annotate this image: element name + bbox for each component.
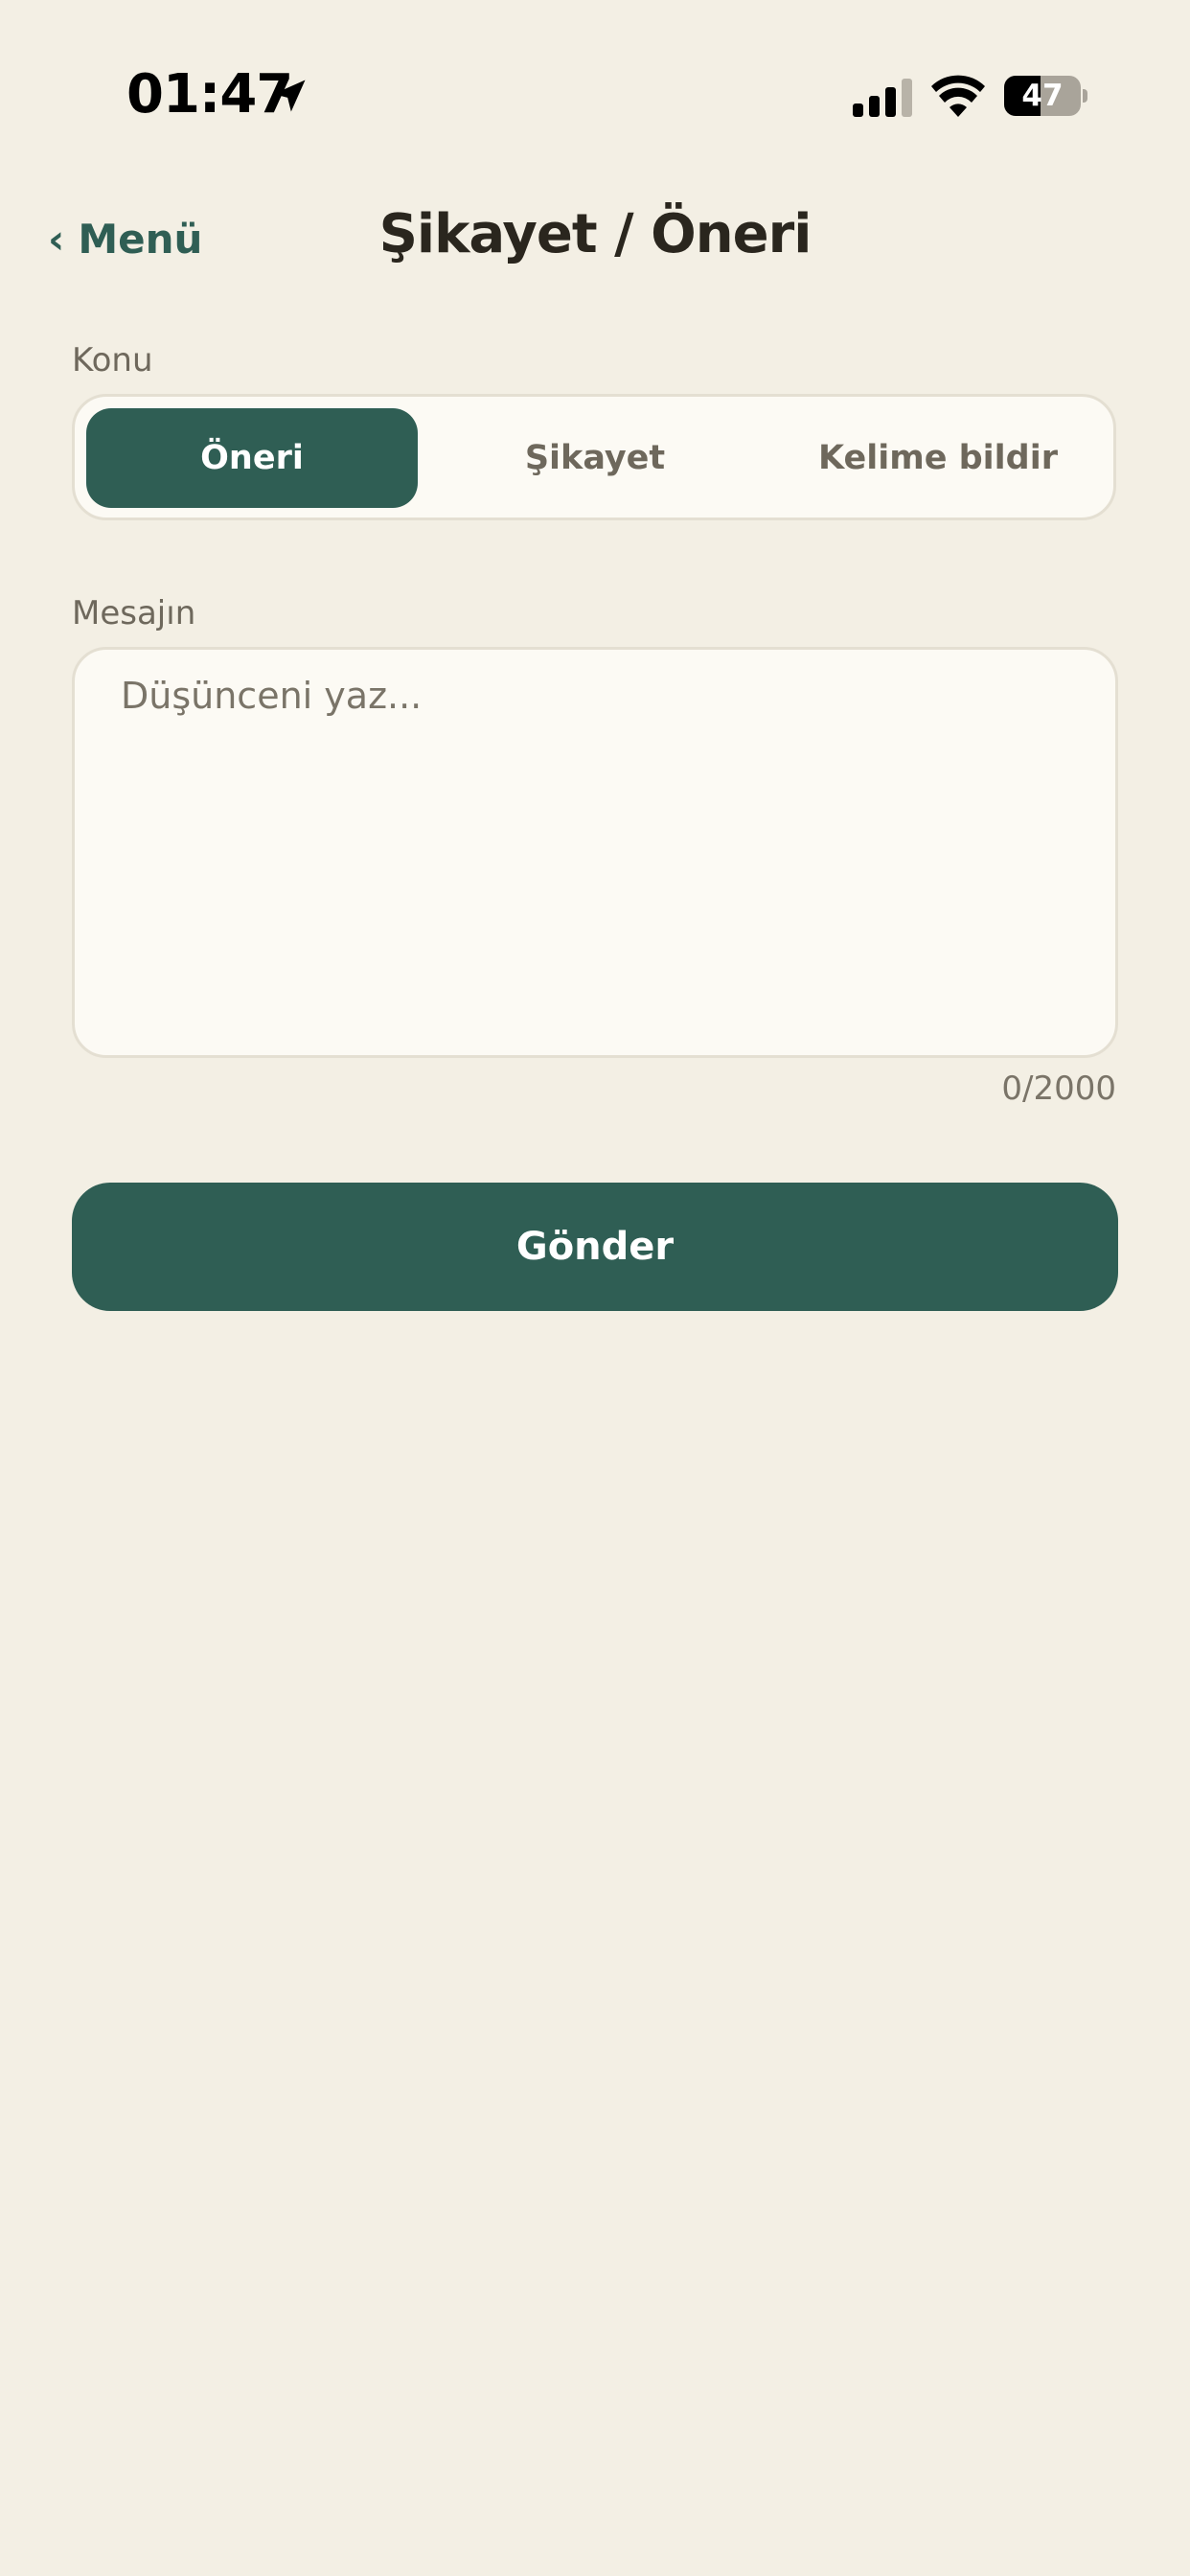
topic-option-kelime-bildir[interactable]: Kelime bildir	[772, 408, 1104, 508]
page-title: Şikayet / Öneri	[378, 203, 812, 265]
battery-percentage: 47	[1021, 79, 1064, 113]
battery-tip	[1083, 89, 1087, 103]
battery-body: 47	[1004, 76, 1081, 116]
status-bar: 01:47 47	[0, 0, 1190, 192]
cellular-signal-icon	[853, 79, 912, 117]
character-counter: 0/2000	[1001, 1070, 1116, 1108]
topic-segmented-control: Öneri Şikayet Kelime bildir	[72, 394, 1116, 520]
submit-button[interactable]: Gönder	[72, 1183, 1118, 1311]
topic-option-oneri[interactable]: Öneri	[86, 408, 418, 508]
message-label: Mesajın	[72, 594, 196, 632]
location-arrow-icon	[273, 80, 306, 112]
message-input[interactable]	[72, 647, 1118, 1058]
topic-label: Konu	[72, 341, 153, 380]
topic-option-sikayet[interactable]: Şikayet	[429, 408, 761, 508]
battery-indicator: 47	[1004, 76, 1087, 116]
wifi-icon	[931, 75, 985, 117]
